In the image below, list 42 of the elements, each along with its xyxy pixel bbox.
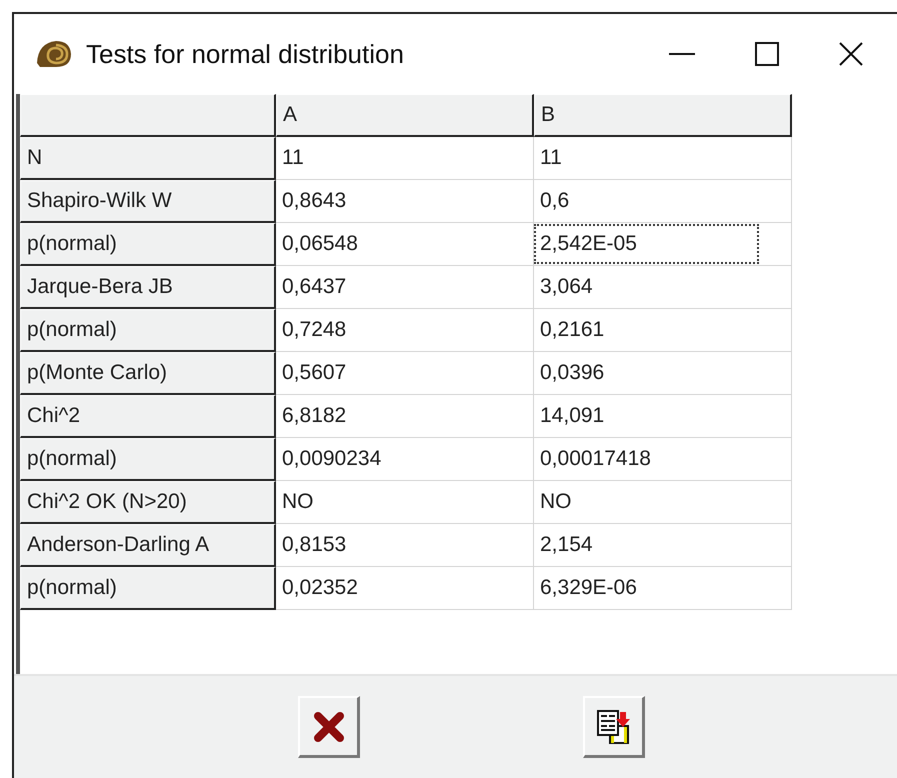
copy-button[interactable] bbox=[583, 696, 645, 758]
table-cell: NO bbox=[534, 481, 792, 524]
table-cell: 14,091 bbox=[534, 395, 792, 438]
close-icon[interactable] bbox=[839, 42, 863, 66]
table-cell: 0,6437 bbox=[276, 266, 534, 309]
row-header: p(Monte Carlo) bbox=[20, 352, 276, 395]
close-button[interactable] bbox=[298, 696, 360, 758]
copy-document-icon bbox=[596, 708, 632, 744]
table-cell: 3,064 bbox=[534, 266, 792, 309]
table-cell: 2,542E-05 bbox=[534, 223, 792, 266]
table-cell: 0,6 bbox=[534, 180, 792, 223]
table-cell: 6,8182 bbox=[276, 395, 534, 438]
row-header: p(normal) bbox=[20, 309, 276, 352]
table-cell: 2,154 bbox=[534, 524, 792, 567]
table-cell: 0,7248 bbox=[276, 309, 534, 352]
row-header: N bbox=[20, 137, 276, 180]
table-cell: 0,00017418 bbox=[534, 438, 792, 481]
row-header: p(normal) bbox=[20, 567, 276, 610]
table-cell: 0,2161 bbox=[534, 309, 792, 352]
column-header: A bbox=[276, 94, 534, 137]
row-header: p(normal) bbox=[20, 438, 276, 481]
row-header: Anderson-Darling A bbox=[20, 524, 276, 567]
window-title: Tests for normal distribution bbox=[86, 38, 404, 70]
table-cell: 0,02352 bbox=[276, 567, 534, 610]
column-header: B bbox=[534, 94, 792, 137]
table-cell: 0,06548 bbox=[276, 223, 534, 266]
table-cell: 6,329E-06 bbox=[534, 567, 792, 610]
table-cell: 0,0396 bbox=[534, 352, 792, 395]
table-cell: 0,8643 bbox=[276, 180, 534, 223]
row-header: Chi^2 OK (N>20) bbox=[20, 481, 276, 524]
row-header: p(normal) bbox=[20, 223, 276, 266]
table-cell: NO bbox=[276, 481, 534, 524]
row-header: Shapiro-Wilk W bbox=[20, 180, 276, 223]
table-cell: 11 bbox=[276, 137, 534, 180]
table-cell: 0,5607 bbox=[276, 352, 534, 395]
row-header: Chi^2 bbox=[20, 395, 276, 438]
table-cell: 11 bbox=[534, 137, 792, 180]
cross-icon bbox=[312, 710, 346, 744]
table-cell: 0,8153 bbox=[276, 524, 534, 567]
maximize-icon[interactable] bbox=[755, 42, 779, 66]
table-cell: 0,0090234 bbox=[276, 438, 534, 481]
row-header: Jarque-Bera JB bbox=[20, 266, 276, 309]
